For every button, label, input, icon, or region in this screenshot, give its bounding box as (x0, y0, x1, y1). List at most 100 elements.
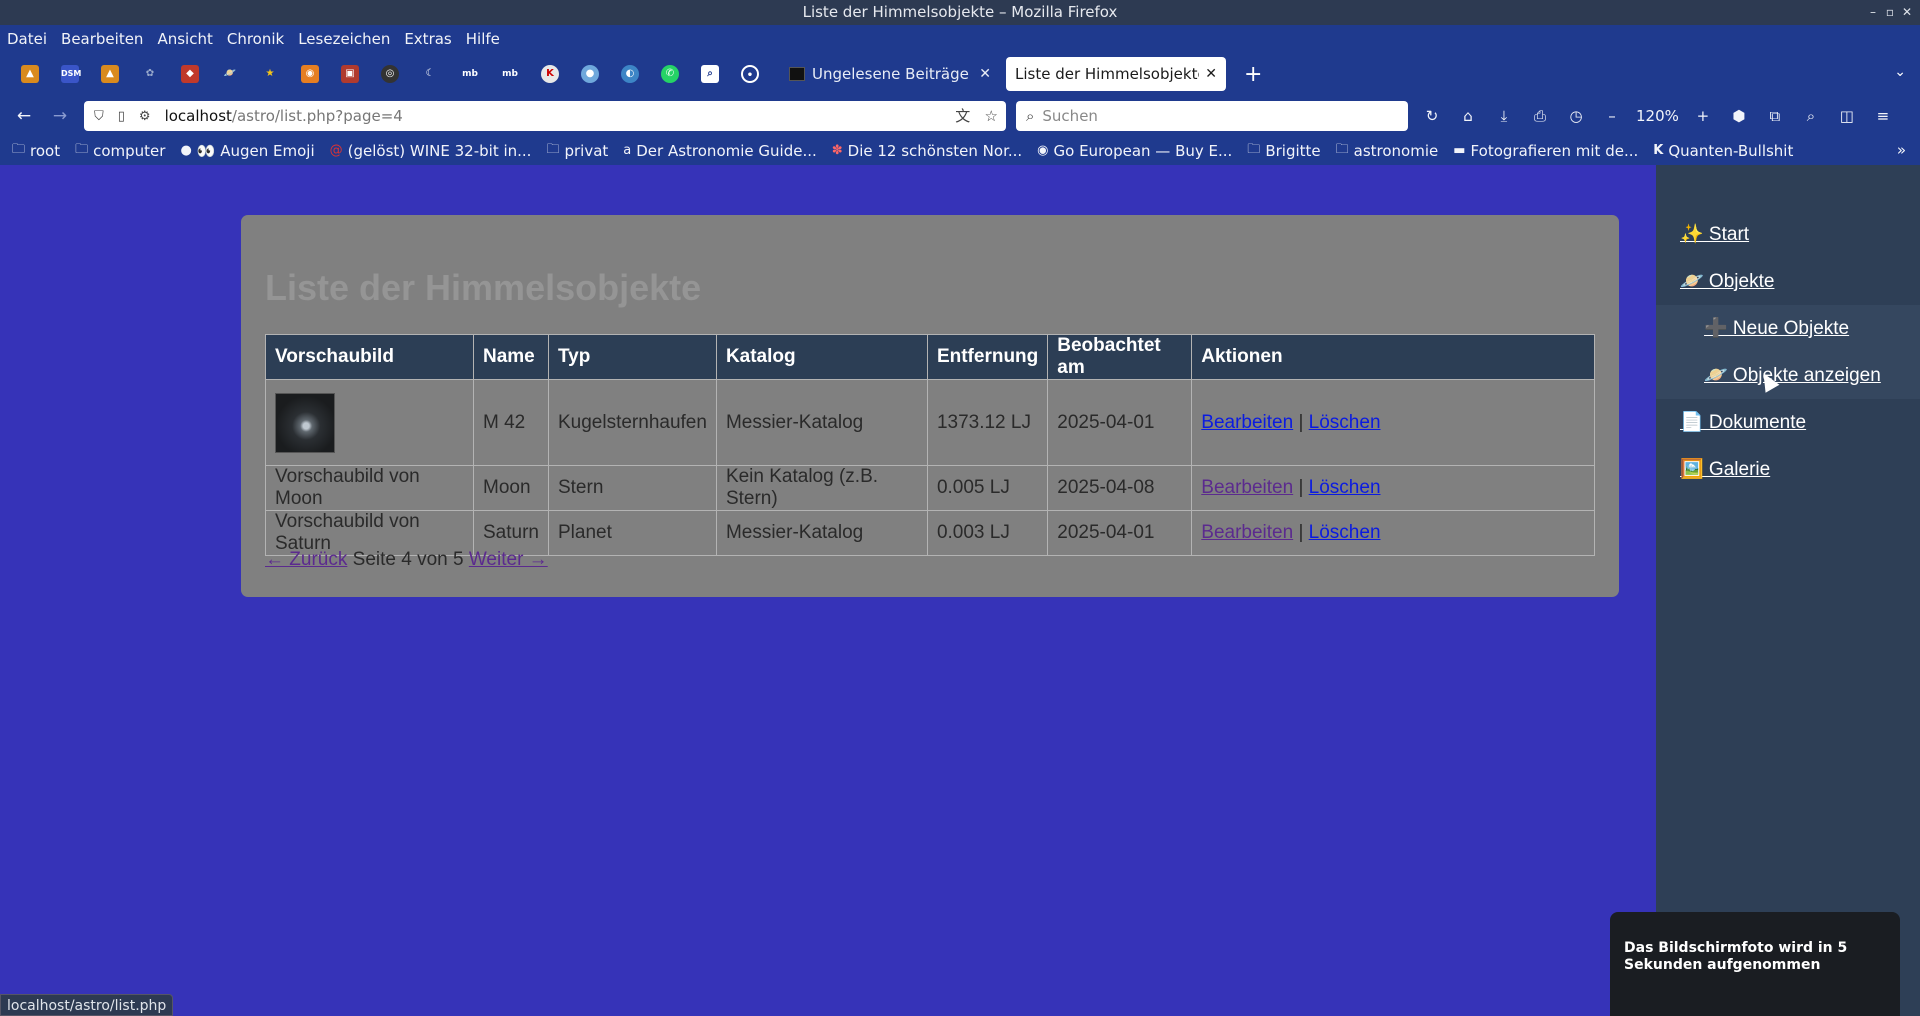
bookmark-label: Quanten-Bullshit (1668, 141, 1794, 160)
site-favicon-icon: ✽ (831, 143, 843, 158)
zoom-level[interactable]: 120% (1630, 107, 1685, 125)
preview-cell (265, 379, 474, 466)
pinned-tab[interactable]: DSM (50, 58, 90, 90)
nav-start[interactable]: ✨ Start (1680, 222, 1749, 246)
delete-link[interactable]: Löschen (1309, 477, 1381, 498)
pinned-tab[interactable]: ◉ (290, 58, 330, 90)
pinned-tab[interactable]: mb (490, 58, 530, 90)
pinned-tab[interactable]: ▲ (10, 58, 50, 90)
pinned-tab[interactable]: ◆ (170, 58, 210, 90)
screenshot-icon[interactable]: ⌕ (1793, 100, 1829, 132)
emoji-favicon-icon: ● (180, 143, 192, 158)
bookmark-label: Fotografieren mit de... (1470, 141, 1639, 160)
page-viewport: Liste der Himmelsobjekte Vorschaubild Na… (0, 165, 1920, 1016)
page-title: Liste der Himmelsobjekte (265, 267, 702, 308)
bookmark-folder-root[interactable]: 🗀 root (12, 140, 60, 162)
translate-icon[interactable]: 文 (955, 107, 970, 125)
pinned-tab[interactable]: ★ (250, 58, 290, 90)
menu-ansicht[interactable]: Ansicht (157, 30, 212, 48)
delete-link[interactable]: Löschen (1309, 522, 1381, 543)
pinned-tab[interactable]: ▣ (330, 58, 370, 90)
hamburger-menu-icon[interactable]: ≡ (1865, 100, 1901, 132)
page-info: Seite 4 von 5 (352, 549, 464, 570)
edit-link[interactable]: Bearbeiten (1201, 477, 1293, 498)
chevron-double-right-icon[interactable]: » (1897, 141, 1906, 159)
menu-datei[interactable]: Datei (7, 30, 47, 48)
tab-liste-der-himmelsobjekte[interactable]: Liste der Himmelsobjekte ✕ (1006, 57, 1226, 91)
forward-icon[interactable]: → (42, 100, 78, 132)
menu-chronik[interactable]: Chronik (227, 30, 284, 48)
bookmark-folder-brigitte[interactable]: 🗀 Brigitte (1247, 140, 1320, 162)
zoom-out-icon[interactable]: – (1594, 100, 1630, 132)
menu-bearbeiten[interactable]: Bearbeiten (61, 30, 143, 48)
pinned-tab[interactable]: ▲ (90, 58, 130, 90)
tab-ungelesene-beitraege[interactable]: Ungelesene Beiträge | Fo ✕ (780, 57, 1000, 91)
bookmark-astronomie-guide[interactable]: a Der Astronomie Guide... (623, 142, 816, 160)
menu-hilfe[interactable]: Hilfe (466, 30, 500, 48)
bookmark-label: Brigitte (1265, 141, 1321, 160)
amazon-favicon-icon: a (623, 143, 632, 158)
minimize-icon[interactable]: – (1870, 0, 1876, 25)
next-page-link[interactable]: Weiter → (469, 549, 548, 570)
bookmark-star-icon[interactable]: ☆ (985, 107, 998, 125)
pinned-tab[interactable]: 🪐 (210, 58, 250, 90)
downloads-icon[interactable]: ⤓ (1486, 100, 1522, 132)
menu-lesezeichen[interactable]: Lesezeichen (298, 30, 390, 48)
history-icon[interactable]: ◷ (1558, 100, 1594, 132)
delete-link[interactable]: Löschen (1309, 412, 1381, 433)
pinned-tab[interactable]: ◐ (610, 58, 650, 90)
bookmark-go-european[interactable]: ◉ Go European — Buy E... (1037, 142, 1232, 160)
reload-icon[interactable]: ↻ (1414, 100, 1450, 132)
bookmark-folder-privat[interactable]: 🗀 privat (546, 140, 608, 162)
extensions-puzzle-icon[interactable]: ⧉ (1757, 100, 1793, 132)
new-tab-icon[interactable]: + (1244, 62, 1262, 87)
print-icon[interactable]: ⎙ (1522, 100, 1558, 132)
pinned-tab[interactable]: ⌕ (690, 58, 730, 90)
toolbar-right: ↻ ⌂ ⤓ ⎙ ◷ – 120% + ⬢ ⧉ ⌕ ◫ ≡ (1414, 100, 1901, 132)
nav-objekte-anzeigen[interactable]: 🪐 Objekte anzeigen (1704, 363, 1881, 387)
objects-table: Vorschaubild Name Typ Katalog Entfernung… (265, 334, 1595, 556)
pinned-tab[interactable]: ✆ (650, 58, 690, 90)
pinned-tab[interactable]: ◎ (370, 58, 410, 90)
column-header: Vorschaubild (265, 334, 474, 380)
zoom-in-icon[interactable]: + (1685, 100, 1721, 132)
bookmark-fotografieren[interactable]: ▬ Fotografieren mit de... (1453, 142, 1638, 160)
close-tab-icon[interactable]: ✕ (979, 66, 991, 82)
bookmark-folder-computer[interactable]: 🗀 computer (75, 140, 165, 162)
bookmark-folder-astronomie[interactable]: 🗀 astronomie (1336, 140, 1439, 162)
nav-galerie[interactable]: 🖼️ Galerie (1680, 457, 1770, 481)
pinned-tab[interactable]: K (530, 58, 570, 90)
edit-link[interactable]: Bearbeiten (1201, 412, 1293, 433)
home-icon[interactable]: ⌂ (1450, 100, 1486, 132)
close-window-icon[interactable]: ✕ (1902, 0, 1912, 25)
shield-icon[interactable]: ⛉ (94, 109, 104, 124)
maximize-icon[interactable]: ▫ (1886, 0, 1894, 25)
extension-icon[interactable]: ⬢ (1721, 100, 1757, 132)
search-input[interactable]: ⌕ Suchen (1016, 101, 1408, 131)
site-favicon-icon: ◉ (1037, 143, 1049, 158)
permissions-icon[interactable]: ⚙ (139, 109, 151, 124)
nav-objekte[interactable]: 🪐 Objekte (1680, 269, 1774, 293)
edit-link[interactable]: Bearbeiten (1201, 522, 1293, 543)
url-bar[interactable]: ⛉ ▯ ⚙ localhost/astro/list.php?page=4 文 … (84, 101, 1006, 131)
close-tab-icon[interactable]: ✕ (1205, 66, 1217, 82)
sidebar-toggle-icon[interactable]: ◫ (1829, 100, 1865, 132)
chevron-down-icon[interactable]: ⌄ (1894, 64, 1906, 80)
bookmark-wine[interactable]: @ (gelöst) WINE 32-bit in... (330, 142, 532, 160)
menu-extras[interactable]: Extras (404, 30, 451, 48)
bookmark-quanten-bullshit[interactable]: K Quanten-Bullshit (1653, 142, 1793, 160)
prev-page-link[interactable]: ← Zurück (265, 549, 347, 570)
back-icon[interactable]: ← (6, 100, 42, 132)
folder-icon: 🗀 (12, 141, 26, 157)
search-placeholder: Suchen (1042, 107, 1098, 125)
pinned-tab[interactable]: mb (450, 58, 490, 90)
pinned-tab[interactable]: ☾ (410, 58, 450, 90)
pinned-tab[interactable]: ✿ (130, 58, 170, 90)
nav-dokumente[interactable]: 📄 Dokumente (1680, 410, 1806, 434)
nav-neue-objekte[interactable]: ➕ Neue Objekte (1704, 316, 1849, 340)
bookmark-nordlichter[interactable]: ✽ Die 12 schönsten Nor... (832, 142, 1022, 160)
catalog-cell: Messier-Katalog (715, 510, 928, 556)
bookmark-augen-emoji[interactable]: ● 👀 Augen Emoji (180, 142, 314, 160)
pinned-tab[interactable]: • (730, 58, 770, 90)
pinned-tab[interactable]: ● (570, 58, 610, 90)
